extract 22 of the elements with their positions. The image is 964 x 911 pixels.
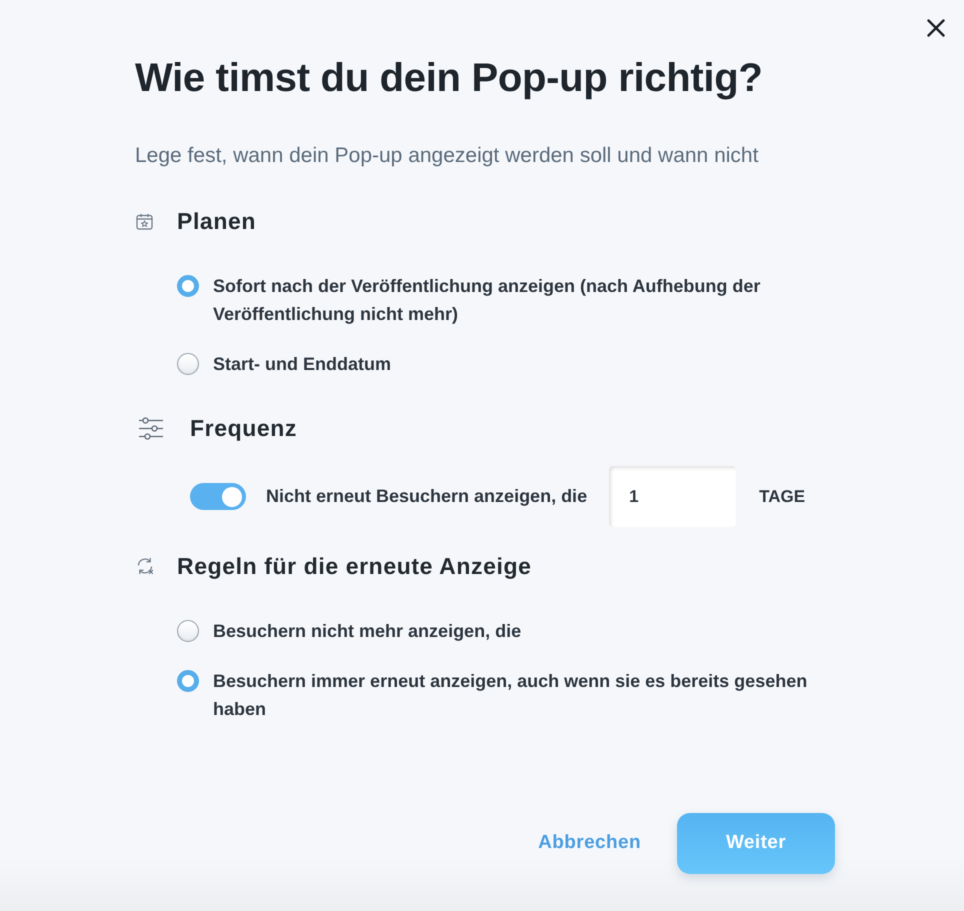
next-button[interactable]: Weiter <box>677 813 835 874</box>
radio-button[interactable] <box>177 353 199 375</box>
option-label: Besuchern nicht mehr anzeigen, die <box>213 620 522 643</box>
radio-button[interactable] <box>177 620 199 642</box>
option-label: Besuchern immer erneut anzeigen, auch wenn sie es bereits gesehen haben <box>213 670 808 721</box>
days-input-field[interactable]: 1 <box>609 466 736 527</box>
dialog-subtitle: Lege fest, wann dein Pop-up angezeigt werden soll und wann nicht <box>135 143 760 169</box>
section-heading: Regeln für die erneute Anzeige <box>177 552 532 581</box>
option-label: Start- und Enddatum <box>213 353 392 376</box>
option-label: Sofort nach der Veröffentlichung anzeigen (nach Aufhebung der Veröffentlichung nicht mehr) <box>213 275 762 326</box>
dialog-title: Wie timst du dein Pop-up richtig? <box>135 55 764 102</box>
unit-label: TAGE <box>759 486 806 508</box>
refresh-icon <box>136 557 154 575</box>
cancel-link[interactable]: Abbrechen <box>538 829 641 858</box>
section-heading: Frequenz <box>190 414 298 443</box>
radio-button[interactable] <box>177 275 199 297</box>
sliders-icon <box>138 416 164 440</box>
radio-button[interactable] <box>177 670 199 692</box>
toggle-label: Nicht erneut Besuchern anzeigen, die <box>266 485 588 508</box>
close-icon[interactable] <box>927 19 945 37</box>
section-heading: Planen <box>177 206 256 236</box>
toggle-switch[interactable] <box>190 483 246 510</box>
